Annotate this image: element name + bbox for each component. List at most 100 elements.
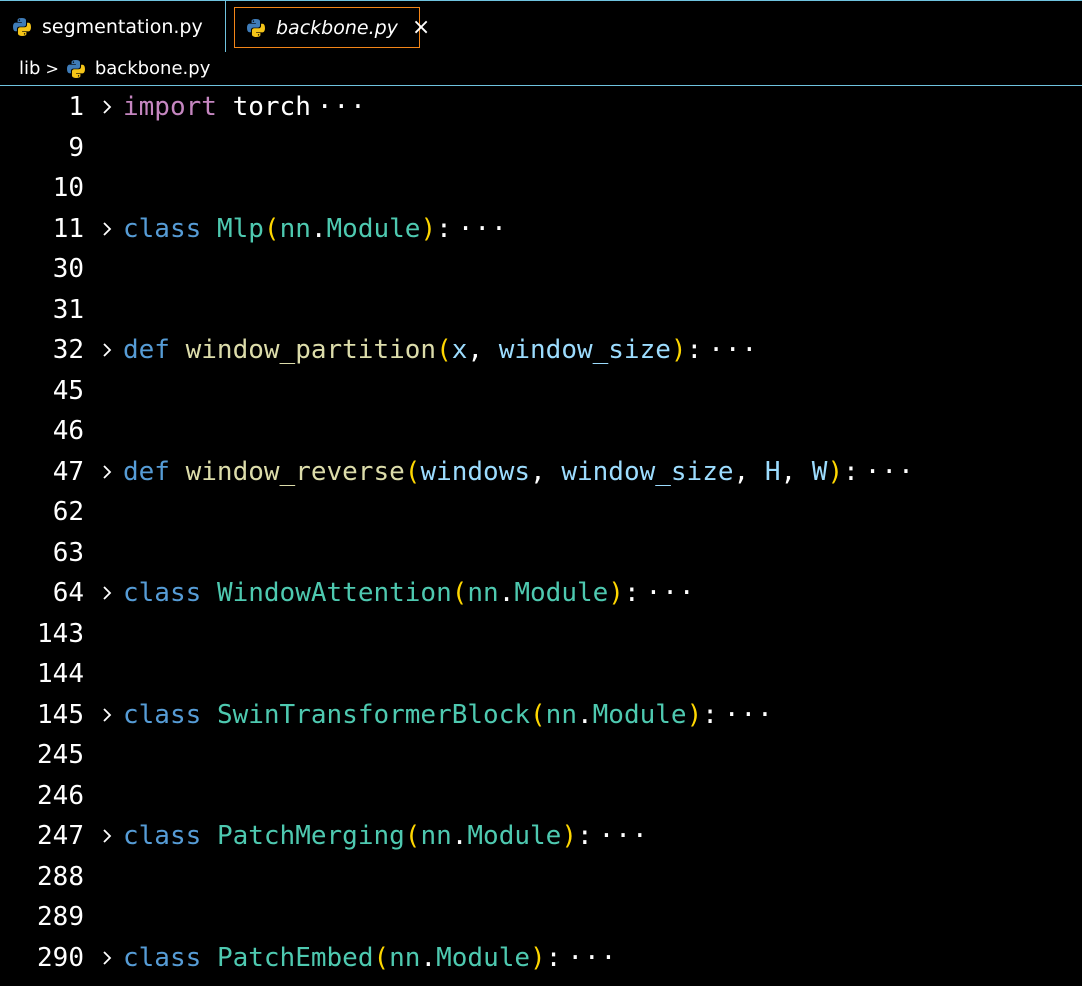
folded-ellipsis[interactable]: ··· (599, 821, 649, 851)
code-token: Module (467, 821, 562, 851)
code-line[interactable]: 10 (0, 168, 1082, 208)
chevron-right-icon[interactable] (97, 816, 117, 856)
folded-ellipsis[interactable]: ··· (458, 214, 508, 244)
line-number: 145 (37, 699, 84, 730)
code-line[interactable]: 247 class PatchMerging(nn.Module): ··· (0, 816, 1082, 856)
code-token: window_size (498, 335, 671, 365)
code-line[interactable]: 47 def window_reverse(windows, window_siz… (0, 452, 1082, 492)
line-number: 31 (52, 294, 84, 325)
code-token: ( (404, 821, 421, 851)
line-number: 30 (52, 254, 84, 284)
chevron-right-icon[interactable] (97, 87, 117, 127)
code-editor[interactable]: 1 import torch ··· 9 10 11 class Mlp(nn.Module… (0, 87, 1082, 986)
line-number: 9 (68, 132, 84, 163)
code-line[interactable]: 145 class SwinTransformerBlock(nn.Module)… (0, 695, 1082, 735)
code-line[interactable]: 143 (0, 614, 1082, 654)
code-token: x (451, 335, 468, 365)
tab-segmentation[interactable]: segmentation.py (0, 1, 226, 52)
code-token: ) (670, 335, 687, 365)
code-token: , (780, 456, 812, 487)
code-line[interactable]: 245 (0, 735, 1082, 775)
line-number: 64 (52, 578, 84, 608)
code-line[interactable]: 30 (0, 249, 1082, 289)
code-token: , (733, 456, 765, 487)
breadcrumb-file[interactable]: backbone.py (95, 58, 211, 79)
code-line[interactable]: 64 class WindowAttention(nn.Module): ··· (0, 573, 1082, 613)
code-line[interactable]: 63 (0, 533, 1082, 573)
line-number: 32 (52, 335, 84, 365)
breadcrumb-folder[interactable]: lib (19, 58, 40, 79)
code-line[interactable]: 288 (0, 857, 1082, 897)
code-line[interactable]: 62 (0, 492, 1082, 532)
chevron-right-icon[interactable] (97, 330, 117, 370)
code-line[interactable]: 1 import torch ··· (0, 87, 1082, 127)
code-token: ) (686, 699, 703, 730)
close-icon[interactable]: × (412, 16, 430, 39)
code-token: . (310, 213, 327, 244)
code-token: nn (545, 699, 577, 730)
code-token: , (467, 335, 499, 365)
breadcrumb: lib > backbone.py (0, 52, 1082, 86)
code-token: def (123, 335, 170, 365)
line-number: 46 (52, 416, 84, 446)
code-token: ) (420, 213, 437, 244)
line-number: 246 (37, 780, 84, 811)
line-number: 47 (52, 456, 84, 487)
code-token: class (123, 699, 202, 730)
code-token: . (451, 821, 468, 851)
code-token: nn (389, 942, 421, 973)
code-token: . (420, 942, 437, 973)
folded-ellipsis[interactable]: ··· (865, 457, 915, 487)
chevron-right-icon[interactable] (97, 209, 117, 249)
code-line[interactable]: 11 class Mlp(nn.Module): ··· (0, 209, 1082, 249)
code-line[interactable]: 9 (0, 128, 1082, 168)
code-line[interactable]: 32 def window_partition(x, window_size): ·… (0, 330, 1082, 370)
code-text: class Mlp(nn.Module): ··· (123, 209, 508, 249)
code-token: Module (436, 942, 531, 973)
tab-label: segmentation.py (42, 15, 203, 38)
code-line[interactable]: 289 (0, 897, 1082, 937)
code-line[interactable]: 290 class PatchEmbed(nn.Module): ··· (0, 938, 1082, 978)
code-text: import torch ··· (123, 87, 367, 127)
folded-ellipsis[interactable]: ··· (567, 943, 617, 973)
code-token: import (123, 92, 217, 122)
code-token: , (530, 456, 562, 487)
code-token: : (843, 456, 859, 487)
tab-label: backbone.py (276, 16, 398, 39)
line-number: 290 (37, 942, 84, 973)
code-line[interactable]: 45 (0, 371, 1082, 411)
line-number: 10 (52, 173, 84, 203)
code-token: Module (592, 699, 687, 730)
code-token: torch (216, 92, 311, 122)
chevron-right-icon[interactable] (97, 573, 117, 613)
line-number: 143 (37, 618, 84, 649)
breadcrumb-separator: > (45, 59, 59, 78)
code-line[interactable]: 31 (0, 290, 1082, 330)
chevron-right-icon[interactable] (97, 695, 117, 735)
tab-bar: segmentation.py backbone.py × (0, 0, 1082, 52)
folded-ellipsis[interactable]: ··· (708, 335, 758, 365)
code-token: window_partition (185, 335, 437, 365)
code-token: . (498, 578, 515, 608)
tab-backbone[interactable]: backbone.py × (234, 7, 430, 48)
chevron-right-icon[interactable] (97, 938, 117, 978)
folded-ellipsis[interactable]: ··· (724, 700, 774, 730)
code-line[interactable]: 246 (0, 776, 1082, 816)
code-line[interactable]: 46 (0, 411, 1082, 451)
line-number: 62 (52, 497, 84, 527)
code-token: PatchEmbed (216, 942, 374, 973)
code-token: windows (420, 456, 531, 487)
line-number: 63 (52, 537, 84, 568)
folded-ellipsis[interactable]: ··· (646, 578, 696, 608)
code-text: def window_partition(x, window_size): ··· (123, 330, 758, 370)
code-token: PatchMerging (216, 821, 405, 851)
code-token: Module (326, 213, 421, 244)
chevron-right-icon[interactable] (97, 452, 117, 492)
code-line[interactable]: 144 (0, 654, 1082, 694)
line-number: 45 (52, 375, 84, 406)
folded-ellipsis[interactable]: ··· (317, 92, 367, 122)
